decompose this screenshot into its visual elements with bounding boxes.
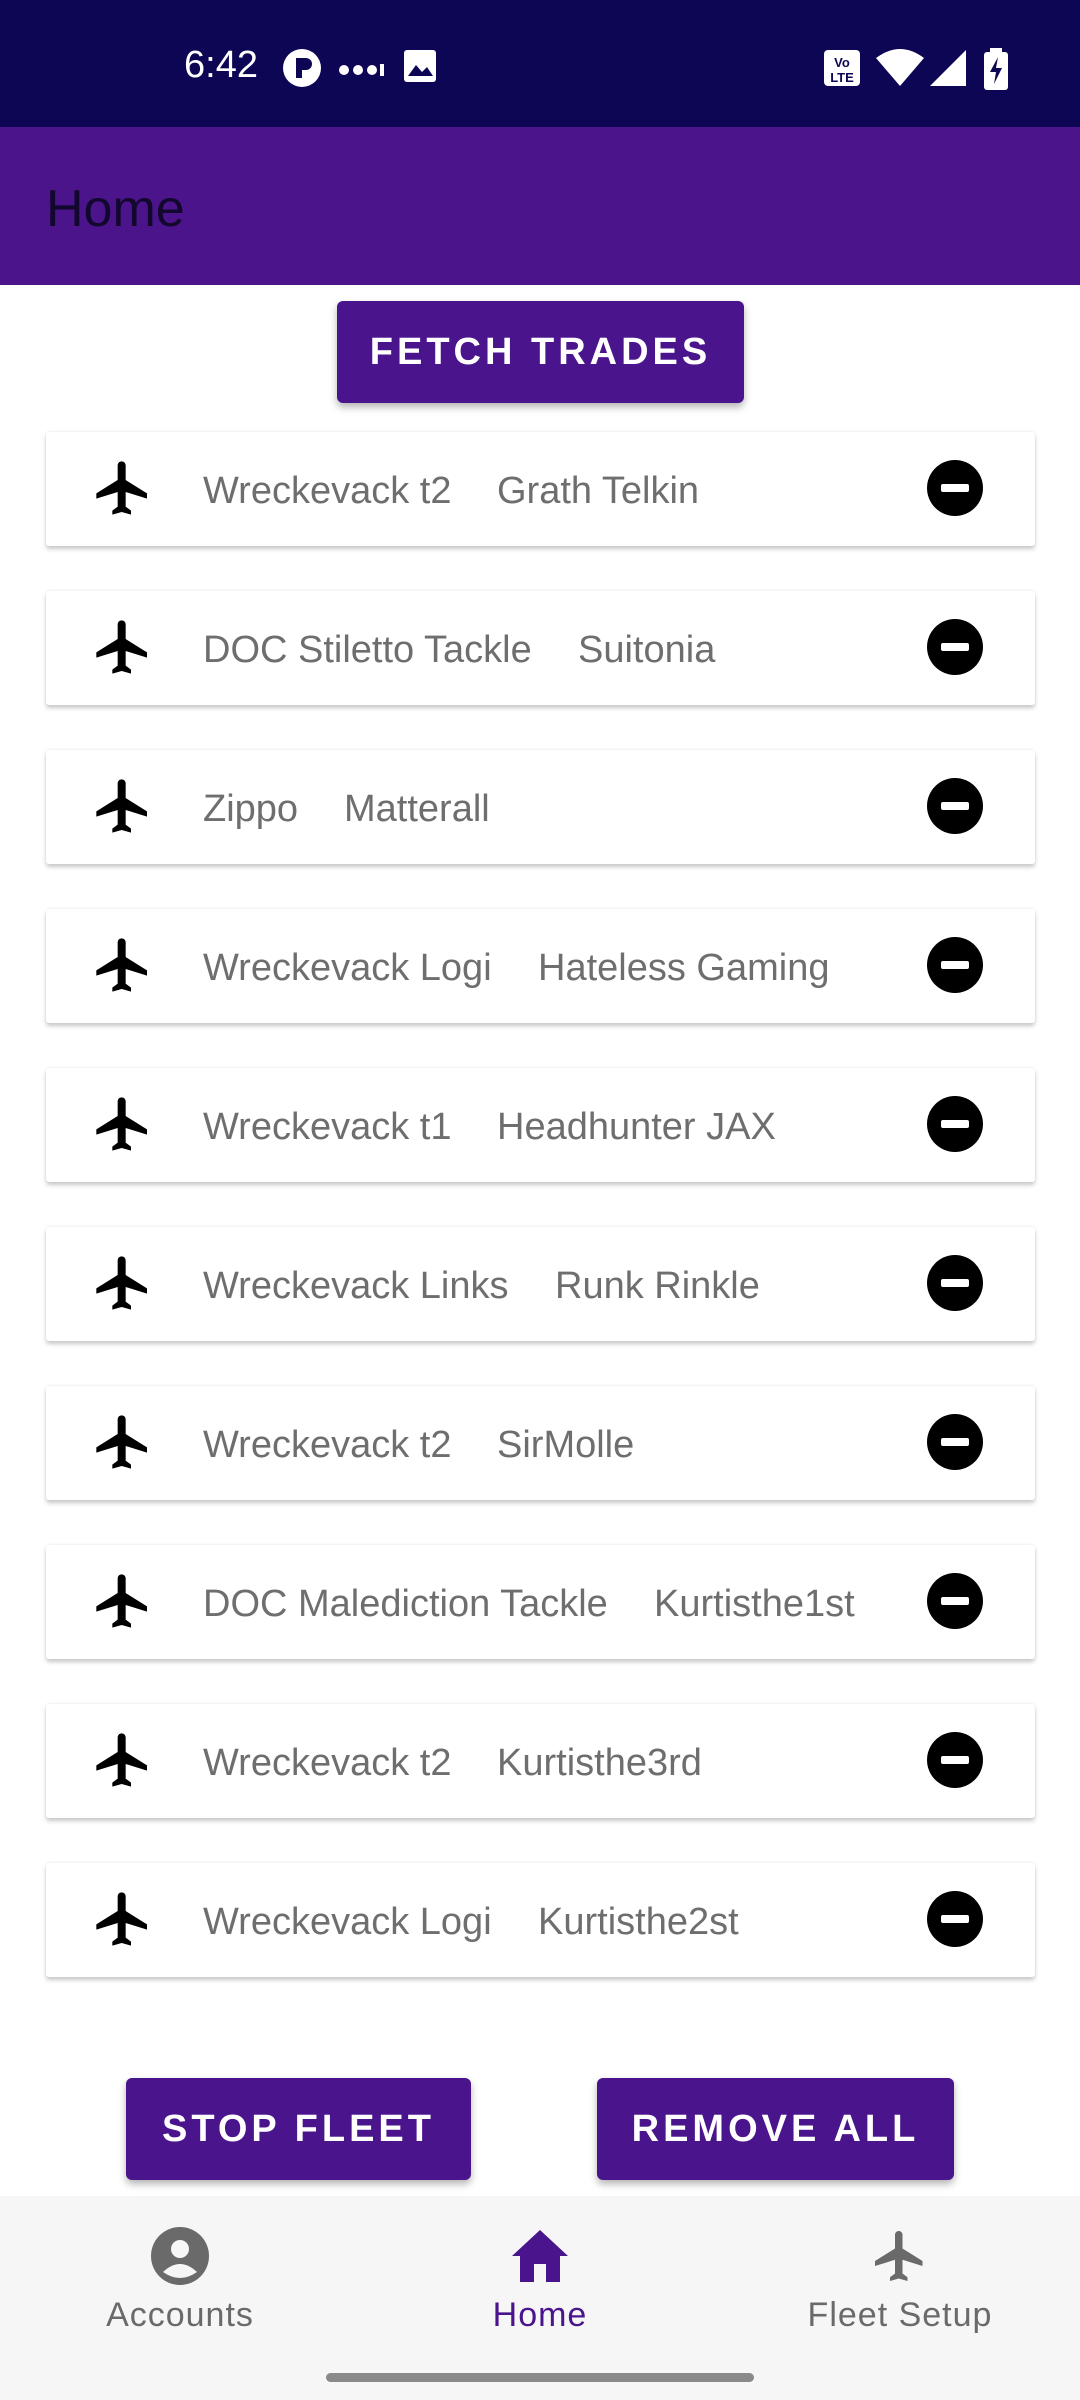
remove-circle-icon[interactable]	[926, 1095, 984, 1153]
status-time: 6:42	[184, 44, 258, 86]
remove-circle-icon[interactable]	[926, 1731, 984, 1789]
nav-item-fleet-setup[interactable]: Fleet Setup	[720, 2196, 1080, 2366]
gesture-bar	[326, 2373, 754, 2382]
fetch-trades-button[interactable]: FETCH TRADES	[337, 301, 744, 403]
nav-item-accounts[interactable]: Accounts	[0, 2196, 360, 2366]
remove-circle-icon[interactable]	[926, 459, 984, 517]
image-icon	[404, 50, 436, 82]
trade-list[interactable]: Wreckevack LogiZunk ZinkieWreckevack t2G…	[0, 400, 1080, 2060]
battery-charging-icon	[984, 48, 1008, 90]
wifi-icon	[876, 49, 924, 86]
airplane-icon	[96, 1892, 147, 1946]
p-badge-icon	[283, 49, 321, 87]
ship-name: Wreckevack t2	[203, 1424, 452, 1466]
ship-name: Wreckevack Logi	[203, 1901, 492, 1943]
airplane-icon	[96, 1574, 147, 1628]
pilot-name: Headhunter JAX	[497, 1106, 776, 1148]
trade-row: Wreckevack Links Runk Rinkle	[46, 1227, 1035, 1341]
ship-name: DOC Stiletto Tackle	[203, 629, 532, 671]
remove-all-button[interactable]: REMOVE ALL	[597, 2078, 954, 2180]
trade-row: Wreckevack Logi Kurtisthe2st	[46, 1863, 1035, 1977]
trade-row: Wreckevack t2 SirMolle	[46, 1386, 1035, 1500]
nav-label-home: Home	[492, 2296, 588, 2334]
trade-row: DOC Stiletto Tackle Suitonia	[46, 591, 1035, 705]
ship-name: Wreckevack Logi	[203, 947, 492, 989]
airplane-icon	[875, 2231, 923, 2281]
remove-circle-icon[interactable]	[926, 1572, 984, 1630]
trade-row: Wreckevack Logi Hateless Gaming	[46, 909, 1035, 1023]
remove-circle-icon[interactable]	[926, 1254, 984, 1312]
ship-name: Zippo	[203, 788, 299, 830]
svg-text:LTE: LTE	[830, 70, 854, 85]
airplane-icon	[96, 1256, 147, 1310]
pilot-name: Kurtisthe2st	[538, 1901, 739, 1943]
ship-name: Wreckevack t2	[203, 470, 452, 512]
airplane-icon	[96, 461, 147, 515]
app-bar: Home	[0, 127, 1080, 285]
home-icon	[512, 2230, 568, 2282]
remove-circle-icon[interactable]	[926, 1890, 984, 1948]
trade-row: Wreckevack t1 Headhunter JAX	[46, 1068, 1035, 1182]
page-title: Home	[46, 180, 185, 238]
pilot-name: Grath Telkin	[497, 470, 700, 512]
nav-label-accounts: Accounts	[106, 2296, 254, 2334]
remove-circle-icon[interactable]	[926, 936, 984, 994]
pilot-name: Matterall	[344, 788, 490, 830]
trade-row: Wreckevack t2 Grath Telkin	[46, 432, 1035, 546]
volte-icon: Vo LTE	[824, 50, 860, 86]
nav-item-home[interactable]: Home	[360, 2196, 720, 2366]
svg-text:Vo: Vo	[834, 55, 850, 70]
nav-label-fleet-setup: Fleet Setup	[807, 2296, 993, 2334]
pilot-name: Hateless Gaming	[538, 947, 830, 989]
airplane-icon	[96, 1415, 147, 1469]
airplane-icon	[96, 1097, 147, 1151]
pilot-name: Kurtisthe3rd	[497, 1742, 702, 1784]
airplane-icon	[96, 938, 147, 992]
dots-icon	[339, 64, 384, 76]
remove-circle-icon[interactable]	[926, 777, 984, 835]
status-bar: 6:42 Vo LTE	[0, 0, 1080, 127]
ship-name: Wreckevack Links	[203, 1265, 509, 1307]
ship-name: DOC Malediction Tackle	[203, 1583, 608, 1625]
pilot-name: Kurtisthe1st	[654, 1583, 855, 1625]
stop-fleet-button[interactable]: STOP FLEET	[126, 2078, 471, 2180]
airplane-icon	[96, 779, 147, 833]
remove-circle-icon[interactable]	[926, 618, 984, 676]
trade-row: Zippo Matterall	[46, 750, 1035, 864]
trade-row: DOC Malediction Tackle Kurtisthe1st	[46, 1545, 1035, 1659]
ship-name: Wreckevack t2	[203, 1742, 452, 1784]
account-circle-icon	[151, 2227, 209, 2285]
remove-circle-icon[interactable]	[926, 1413, 984, 1471]
trade-row: Wreckevack t2 Kurtisthe3rd	[46, 1704, 1035, 1818]
pilot-name: Runk Rinkle	[555, 1265, 760, 1307]
airplane-icon	[96, 1733, 147, 1787]
signal-icon	[930, 50, 966, 86]
ship-name: Wreckevack t1	[203, 1106, 452, 1148]
airplane-icon	[96, 620, 147, 674]
pilot-name: SirMolle	[497, 1424, 635, 1466]
pilot-name: Suitonia	[578, 629, 716, 671]
bottom-navigation: Accounts Home Fleet Setup	[0, 2196, 1080, 2400]
